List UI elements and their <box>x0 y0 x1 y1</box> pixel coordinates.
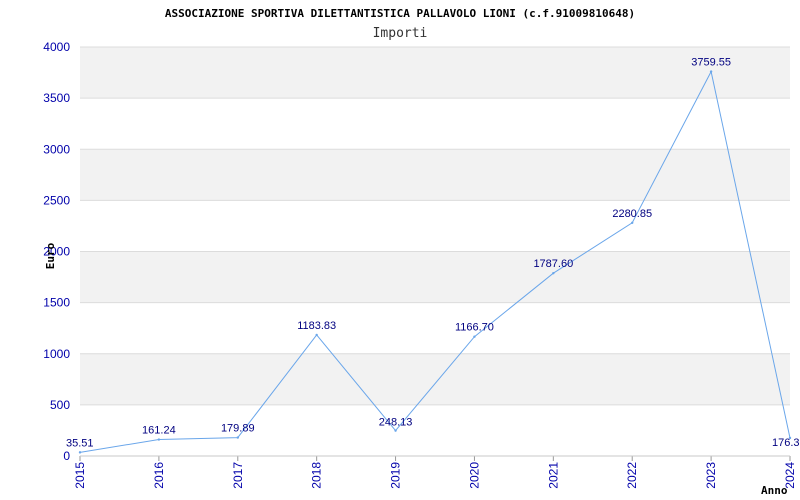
y-tick-label: 500 <box>50 398 70 412</box>
x-tick-label: 2017 <box>231 462 245 489</box>
grid-band <box>80 302 790 354</box>
line-chart: ASSOCIAZIONE SPORTIVA DILETTANTISTICA PA… <box>43 7 800 497</box>
data-point <box>394 429 397 432</box>
x-tick-label: 2020 <box>467 462 481 489</box>
y-tick-label: 3500 <box>43 91 70 105</box>
x-tick-label: 2019 <box>389 462 403 489</box>
chart-subtitle: Importi <box>373 26 428 41</box>
x-axis-label: Anno <box>761 484 788 497</box>
data-label: 161.24 <box>142 425 176 437</box>
data-point <box>709 70 713 73</box>
x-tick-label: 2023 <box>704 462 718 489</box>
data-label: 2280.85 <box>612 208 652 220</box>
grid-band <box>80 47 790 99</box>
data-point <box>78 451 82 454</box>
data-label: 176.36 <box>772 437 800 449</box>
data-label: 1166.70 <box>455 322 494 334</box>
data-label: 35.51 <box>66 437 94 449</box>
data-point <box>157 438 161 441</box>
x-tick-label: 2016 <box>152 462 166 489</box>
x-tick-label: 2021 <box>546 462 560 489</box>
y-tick-label: 3000 <box>43 142 70 156</box>
chart-title: ASSOCIAZIONE SPORTIVA DILETTANTISTICA PA… <box>165 7 635 20</box>
grid-bands <box>80 46 790 456</box>
y-axis-label: Euro <box>44 242 57 269</box>
y-tick-label: 4000 <box>43 40 70 54</box>
data-point <box>315 333 318 337</box>
grid-band <box>80 200 790 252</box>
grid-band <box>80 251 790 303</box>
y-tick-label: 1000 <box>43 347 70 361</box>
grid-band <box>80 353 790 405</box>
grid-band <box>80 404 790 456</box>
data-point <box>473 335 476 338</box>
grid-band <box>80 149 790 201</box>
data-label: 3759.55 <box>691 57 731 69</box>
data-point <box>236 436 239 439</box>
y-tick-label: 2500 <box>43 193 70 207</box>
data-label: 1787.60 <box>533 258 573 270</box>
x-tick-label: 2015 <box>73 462 87 489</box>
data-point <box>631 221 634 224</box>
x-tick-label: 2022 <box>625 462 639 489</box>
data-point <box>552 272 555 275</box>
data-label: 1183.83 <box>297 320 336 332</box>
x-axis-ticks: 2015 2016 2017 2018 2019 2020 2021 2022 2023 2024 <box>73 456 797 489</box>
x-tick-label: 2018 <box>310 462 324 489</box>
y-tick-label: 0 <box>63 449 70 463</box>
data-label: 179.89 <box>221 423 255 435</box>
data-label: 248.13 <box>379 417 413 429</box>
y-tick-label: 1500 <box>43 296 70 310</box>
